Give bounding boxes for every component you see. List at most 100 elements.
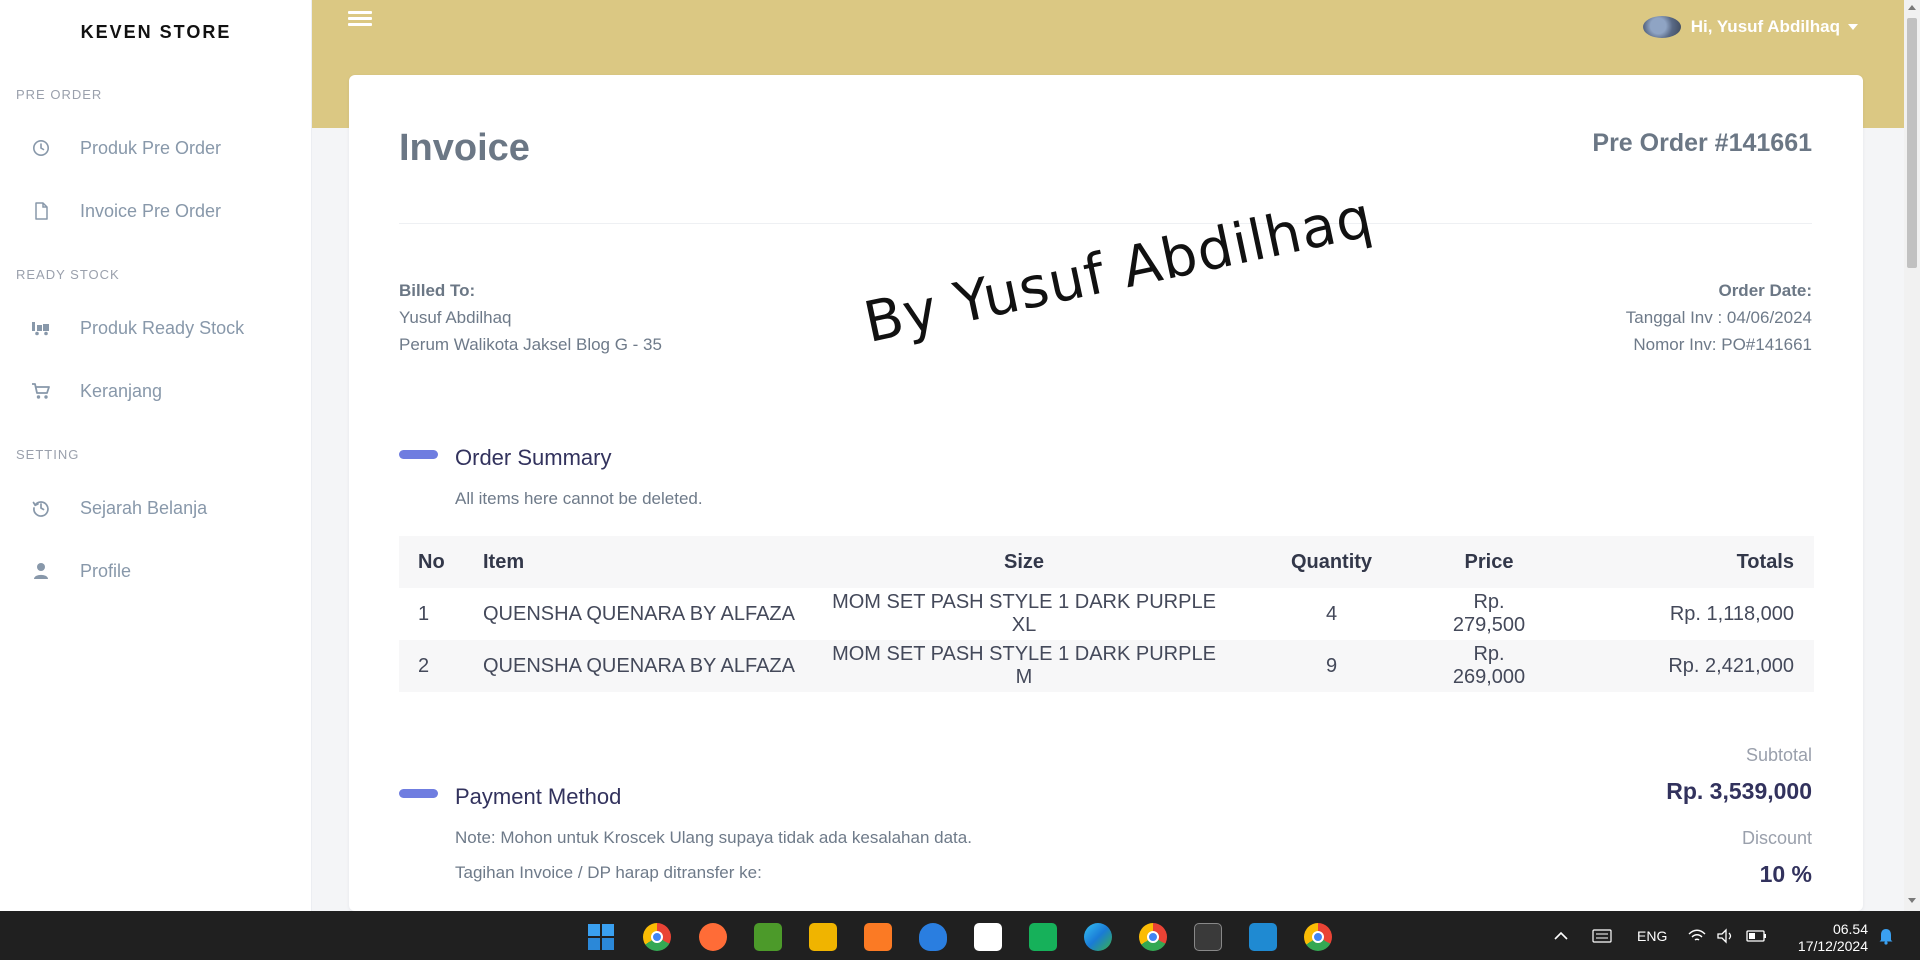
sidebar-item-produk-ready-stock[interactable]: Produk Ready Stock bbox=[0, 303, 312, 353]
vscode-icon[interactable] bbox=[1249, 923, 1277, 951]
payment-method-title: Payment Method bbox=[455, 784, 622, 809]
cell-quantity: 9 bbox=[1219, 640, 1444, 692]
col-size: Size bbox=[829, 536, 1219, 588]
scroll-up-icon[interactable] bbox=[1908, 5, 1916, 10]
cell-no: 2 bbox=[399, 640, 481, 692]
history-icon bbox=[29, 496, 53, 520]
brand-logo[interactable]: KEVEN STORE bbox=[0, 22, 312, 43]
order-date: Order Date: Tanggal Inv : 04/06/2024 Nom… bbox=[1626, 277, 1812, 358]
billed-to: Billed To: Yusuf Abdilhaq Perum Walikota… bbox=[399, 277, 662, 358]
sidebar-item-produk-pre-order[interactable]: Produk Pre Order bbox=[0, 123, 312, 173]
table-row: 1 QUENSHA QUENARA BY ALFAZA MOM SET PASH… bbox=[399, 588, 1814, 640]
windows-start-icon[interactable] bbox=[587, 923, 615, 951]
billed-address: Perum Walikota Jaksel Blog G - 35 bbox=[399, 335, 662, 354]
discount-label: Discount bbox=[1741, 828, 1812, 848]
order-table: No Item Size Quantity Price Totals 1 QUE… bbox=[399, 536, 1814, 692]
table-header-row: No Item Size Quantity Price Totals bbox=[399, 536, 1814, 588]
scroll-thumb[interactable] bbox=[1907, 18, 1917, 268]
tray-overflow-icon[interactable] bbox=[1553, 911, 1569, 960]
user-greeting: Hi, Yusuf Abdilhaq bbox=[1690, 17, 1840, 36]
chevron-down-icon bbox=[1848, 24, 1858, 30]
nav-heading-ready-stock: READY STOCK bbox=[16, 267, 120, 282]
cell-price: Rp. 279,500 bbox=[1452, 591, 1526, 636]
divider bbox=[399, 223, 1812, 224]
clock[interactable]: 06.54 17/12/2024 bbox=[1798, 921, 1868, 955]
user-menu[interactable]: Hi, Yusuf Abdilhaq bbox=[1642, 16, 1858, 38]
xampp-icon[interactable] bbox=[864, 923, 892, 951]
keyboard-icon[interactable] bbox=[1592, 911, 1612, 960]
section-accent-bar bbox=[399, 450, 438, 459]
sidebar-item-sejarah-belanja[interactable]: Sejarah Belanja bbox=[0, 483, 312, 533]
cell-total: Rp. 2,421,000 bbox=[1534, 640, 1814, 692]
col-no: No bbox=[399, 536, 481, 588]
chrome-profile-icon[interactable] bbox=[1139, 923, 1167, 951]
taskbar: ENG 06.54 17/12/2024 bbox=[0, 911, 1920, 960]
avatar bbox=[1642, 16, 1681, 38]
nav-heading-pre-order: PRE ORDER bbox=[16, 87, 103, 102]
volume-icon[interactable] bbox=[1716, 911, 1736, 960]
sidebar-item-invoice-pre-order[interactable]: Invoice Pre Order bbox=[0, 186, 312, 236]
billed-to-label: Billed To: bbox=[399, 281, 476, 300]
sidebar-item-label: Sejarah Belanja bbox=[80, 497, 208, 518]
sidebar-item-label: Produk Pre Order bbox=[80, 137, 222, 158]
nav-heading-setting: SETTING bbox=[16, 447, 80, 462]
monitor-app-icon[interactable] bbox=[754, 923, 782, 951]
cell-item: QUENSHA QUENARA BY ALFAZA bbox=[481, 640, 829, 692]
cell-no: 1 bbox=[418, 602, 430, 625]
order-summary-subtitle: All items here cannot be deleted. bbox=[455, 489, 703, 508]
order-summary-title: Order Summary bbox=[455, 445, 612, 470]
language-indicator[interactable]: ENG bbox=[1637, 911, 1667, 960]
file-icon bbox=[29, 199, 53, 223]
subtotal-value: Rp. 3,539,000 bbox=[1666, 778, 1812, 804]
cell-quantity: 4 bbox=[1325, 602, 1338, 625]
wifi-icon[interactable] bbox=[1687, 911, 1707, 960]
sidebar-item-keranjang[interactable]: Keranjang bbox=[0, 366, 312, 416]
cell-total: Rp. 1,118,000 bbox=[1669, 602, 1794, 625]
battery-icon[interactable] bbox=[1746, 911, 1768, 960]
discount-value: 10 % bbox=[1759, 861, 1812, 887]
col-price: Price bbox=[1444, 536, 1534, 588]
user-icon bbox=[29, 559, 53, 583]
subtotal-label: Subtotal bbox=[1745, 745, 1812, 765]
chrome-icon[interactable] bbox=[643, 923, 671, 951]
cell-item: QUENSHA QUENARA BY ALFAZA bbox=[483, 602, 795, 625]
sidebar-item-label: Produk Ready Stock bbox=[80, 317, 245, 338]
scroll-down-icon[interactable] bbox=[1908, 898, 1916, 903]
section-accent-bar bbox=[399, 789, 438, 798]
file-explorer-icon[interactable] bbox=[809, 923, 837, 951]
col-totals: Totals bbox=[1534, 536, 1814, 588]
sidebar-item-label: Profile bbox=[80, 560, 132, 581]
invoice-card: Invoice Pre Order #141661 Billed To: Yus… bbox=[349, 75, 1863, 911]
payment-note: Note: Mohon untuk Kroscek Ulang supaya t… bbox=[455, 828, 972, 847]
edge-icon[interactable] bbox=[1084, 923, 1112, 951]
cell-price: Rp. 269,000 bbox=[1444, 640, 1534, 692]
truck-icon bbox=[29, 316, 53, 340]
menu-toggle-icon[interactable] bbox=[348, 8, 372, 30]
table-row: 2 QUENSHA QUENARA BY ALFAZA MOM SET PASH… bbox=[399, 640, 1814, 692]
clock-time: 06.54 bbox=[1832, 921, 1868, 937]
pgadmin-icon[interactable] bbox=[919, 923, 947, 951]
sheets-icon[interactable] bbox=[1029, 923, 1057, 951]
nomor-inv: Nomor Inv: PO#141661 bbox=[1633, 335, 1812, 354]
cell-size: MOM SET PASH STYLE 1 DARK PURPLE XL bbox=[832, 591, 1216, 636]
page-scrollbar[interactable] bbox=[1904, 0, 1920, 911]
cart-icon bbox=[29, 379, 53, 403]
col-item: Item bbox=[481, 536, 829, 588]
sidebar-item-profile[interactable]: Profile bbox=[0, 546, 312, 596]
billed-name: Yusuf Abdilhaq bbox=[399, 308, 512, 327]
sidebar-item-label: Keranjang bbox=[80, 380, 163, 401]
clock-date: 17/12/2024 bbox=[1797, 938, 1868, 954]
capcut-icon[interactable] bbox=[974, 923, 1002, 951]
col-quantity: Quantity bbox=[1219, 536, 1444, 588]
order-date-label: Order Date: bbox=[1718, 281, 1812, 300]
page-title: Invoice bbox=[399, 127, 530, 169]
chrome-alt-icon[interactable] bbox=[1304, 923, 1332, 951]
watermark: By Yusuf Abdilhaq bbox=[858, 184, 1379, 356]
clock-icon bbox=[29, 136, 53, 160]
sidebar: KEVEN STORE PRE ORDER Produk Pre Order I… bbox=[0, 0, 312, 911]
notification-bell-icon[interactable] bbox=[1878, 911, 1894, 960]
terminal-icon[interactable] bbox=[1194, 923, 1222, 951]
tanggal-inv: Tanggal Inv : 04/06/2024 bbox=[1625, 308, 1812, 327]
payment-transfer: Tagihan Invoice / DP harap ditransfer ke… bbox=[455, 863, 762, 882]
postman-icon[interactable] bbox=[699, 923, 727, 951]
